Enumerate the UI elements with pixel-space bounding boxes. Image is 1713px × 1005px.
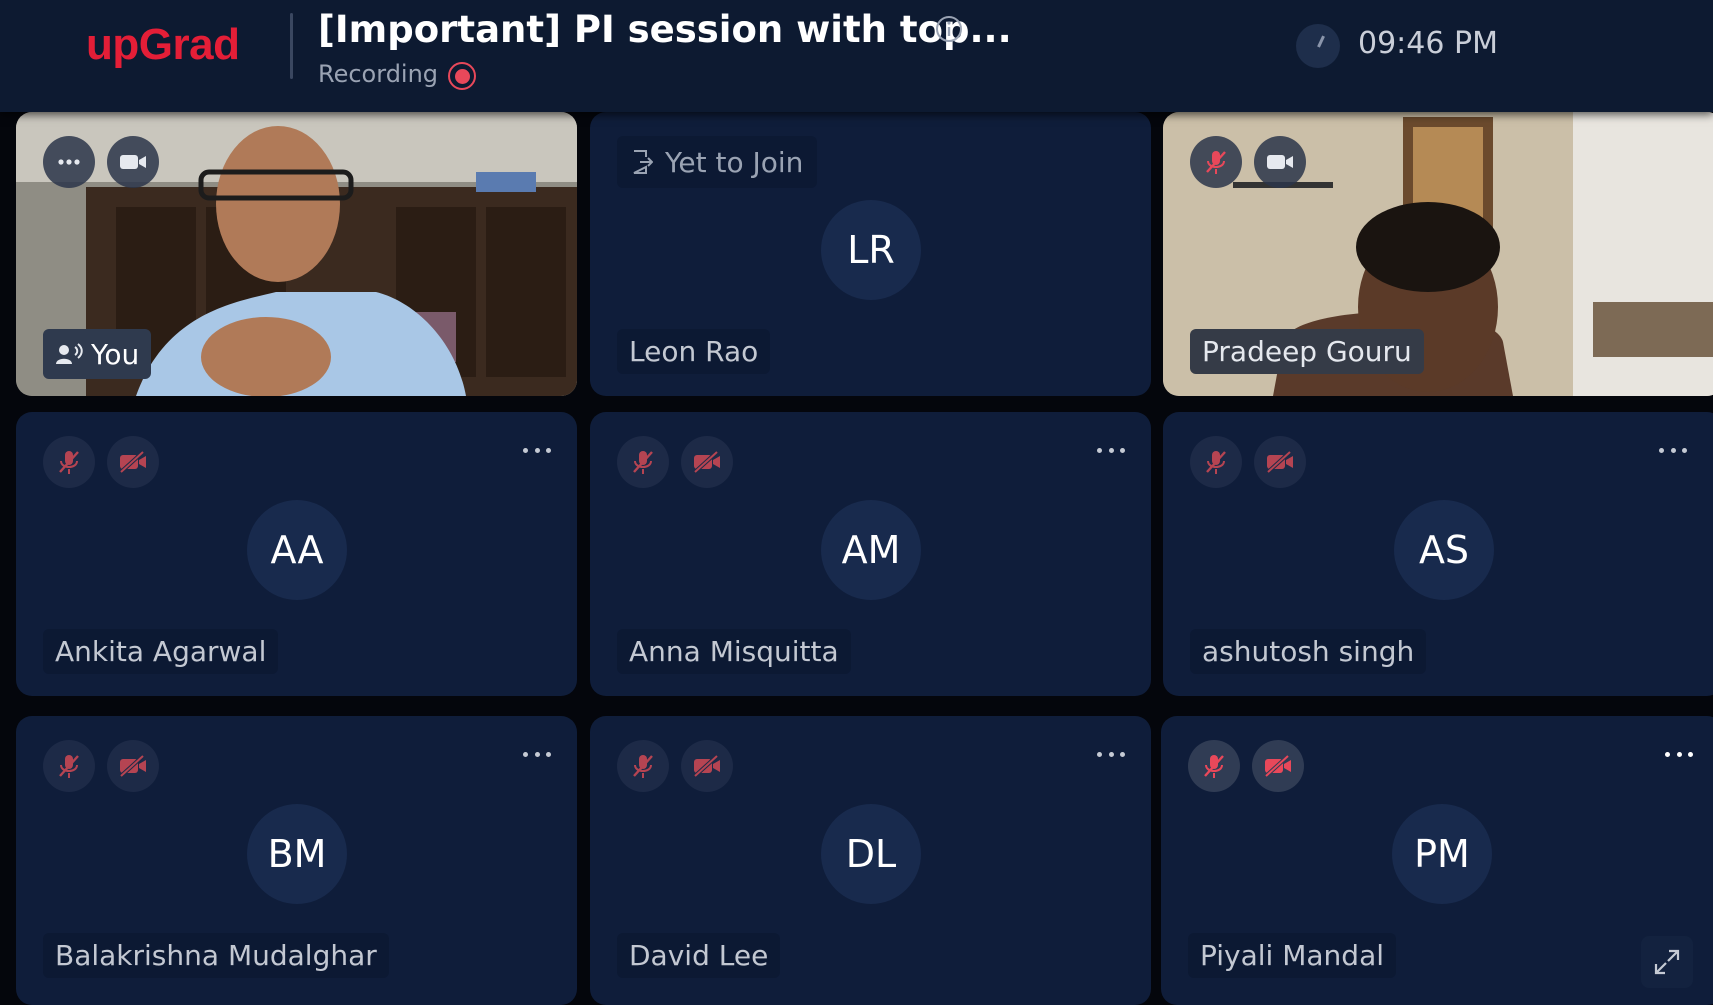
more-options-button[interactable] (1659, 446, 1687, 454)
info-icon[interactable] (935, 15, 963, 43)
participant-name: David Lee (617, 933, 781, 978)
you-label: You (43, 329, 152, 379)
exit-icon (633, 150, 653, 174)
expand-button[interactable] (1641, 936, 1693, 988)
camera-off-icon[interactable] (1252, 740, 1304, 792)
more-options-button[interactable] (43, 136, 95, 188)
participant-tile-you[interactable]: You (16, 112, 577, 396)
upgrad-logo: upGrad (86, 20, 240, 69)
meeting-title: [Important] PI session with top... (318, 8, 1012, 51)
clock-icon (1296, 24, 1340, 68)
more-options-button[interactable] (1097, 750, 1125, 758)
mic-muted-icon[interactable] (43, 436, 95, 488)
participant-name: You (91, 337, 140, 371)
camera-off-icon[interactable] (681, 436, 733, 488)
participant-name: Piyali Mandal (1188, 933, 1397, 978)
camera-off-icon[interactable] (107, 740, 159, 792)
speaker-icon (56, 343, 83, 364)
camera-off-icon[interactable] (681, 740, 733, 792)
mic-muted-icon[interactable] (1190, 136, 1242, 188)
participant-tile-anna-misquitta[interactable]: AM Anna Misquitta (590, 412, 1151, 696)
camera-icon[interactable] (107, 136, 159, 188)
camera-off-icon[interactable] (107, 436, 159, 488)
participant-tile-david-lee[interactable]: DL David Lee (590, 716, 1151, 1005)
more-options-button[interactable] (1097, 446, 1125, 454)
more-options-button[interactable] (523, 446, 551, 454)
avatar: LR (821, 200, 921, 300)
mic-muted-icon[interactable] (617, 436, 669, 488)
header-divider (290, 13, 293, 79)
avatar: AS (1394, 500, 1494, 600)
avatar: AM (821, 500, 921, 600)
recording-icon (448, 62, 476, 90)
meeting-header: upGrad [Important] PI session with top..… (0, 0, 1713, 112)
mic-muted-icon[interactable] (43, 740, 95, 792)
participant-tile-pradeep-gouru[interactable]: Pradeep Gouru (1163, 112, 1713, 396)
avatar: AA (247, 500, 347, 600)
participant-name: ashutosh singh (1190, 629, 1427, 674)
more-options-button[interactable] (523, 750, 551, 758)
participant-tile-ankita-agarwal[interactable]: AA Ankita Agarwal (16, 412, 577, 696)
participant-tile-leon-rao[interactable]: Yet to Join LR Leon Rao (590, 112, 1151, 396)
yet-to-join-status: Yet to Join (617, 136, 818, 188)
avatar: DL (821, 804, 921, 904)
more-options-button[interactable] (1665, 750, 1693, 758)
participant-tile-ashutosh-singh[interactable]: AS ashutosh singh (1163, 412, 1713, 696)
meeting-time: 09:46 PM (1358, 26, 1498, 61)
mic-muted-icon[interactable] (1188, 740, 1240, 792)
participant-name: Anna Misquitta (617, 629, 851, 674)
participant-name: Balakrishna Mudalghar (43, 933, 389, 978)
camera-off-icon[interactable] (1254, 436, 1306, 488)
avatar: BM (247, 804, 347, 904)
mic-muted-icon[interactable] (617, 740, 669, 792)
expand-icon (1654, 949, 1680, 975)
camera-icon[interactable] (1254, 136, 1306, 188)
participant-tile-piyali-mandal[interactable]: PM Piyali Mandal (1161, 716, 1713, 1005)
mic-muted-icon[interactable] (1190, 436, 1242, 488)
avatar: PM (1392, 804, 1492, 904)
participant-tile-balakrishna-mudalghar[interactable]: BM Balakrishna Mudalghar (16, 716, 577, 1005)
recording-label: Recording (318, 60, 439, 88)
participant-name: Pradeep Gouru (1190, 329, 1424, 374)
participant-name: Ankita Agarwal (43, 629, 279, 674)
participant-name: Leon Rao (617, 329, 771, 374)
